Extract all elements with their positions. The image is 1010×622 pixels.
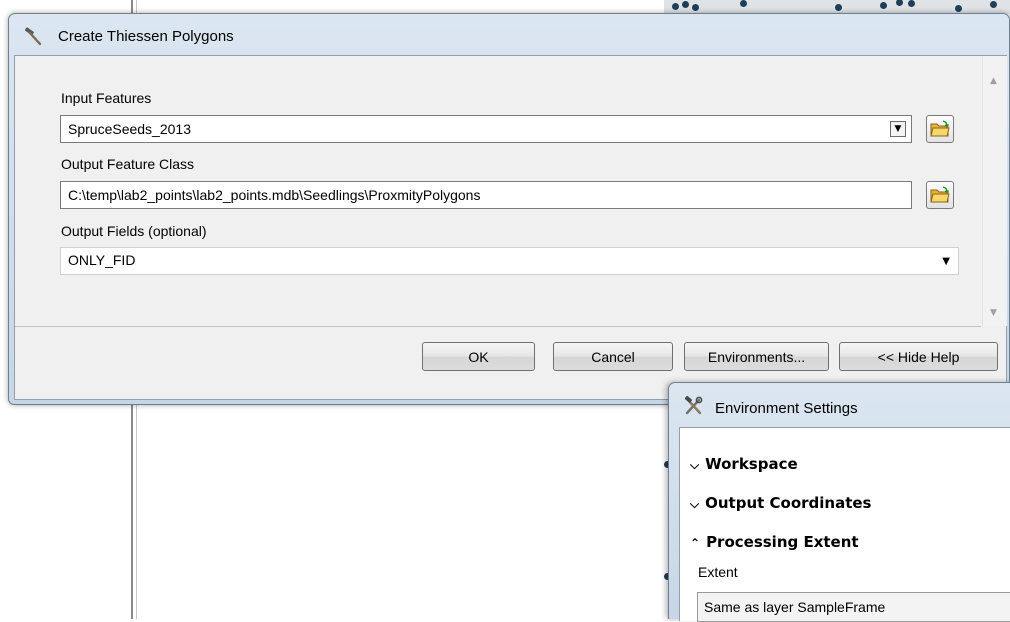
- map-point: [682, 1, 689, 8]
- output-fields-value: ONLY_FID: [68, 252, 136, 268]
- map-point: [835, 4, 842, 11]
- hammer-icon: [24, 27, 42, 46]
- tools-icon: [684, 395, 703, 415]
- output-feature-class-label: Output Feature Class: [61, 156, 195, 172]
- section-processing-extent[interactable]: ⌃ Processing Extent: [690, 533, 859, 551]
- section-output-coordinates[interactable]: ⌵ Output Coordinates: [690, 494, 872, 512]
- scroll-down-icon[interactable]: ▼: [990, 308, 997, 318]
- chevron-down-icon[interactable]: ▼: [890, 121, 906, 137]
- parameters-panel: Input Features SpruceSeeds_2013 ▼ Output…: [15, 56, 981, 327]
- map-point: [955, 5, 962, 12]
- env-settings-panel: ⌵ Workspace ⌵ Output Coordinates ⌃ Processi…: [679, 427, 1010, 622]
- section-output-coordinates-label: Output Coordinates: [705, 494, 872, 512]
- environment-settings-dialog: Environment Settings ⌵ Workspace ⌵ Output …: [668, 382, 1010, 622]
- chevron-double-up-icon: ⌃: [690, 536, 701, 550]
- cancel-button[interactable]: Cancel: [553, 342, 673, 371]
- output-fields-label: Output Fields (optional): [61, 223, 207, 239]
- input-features-value: SpruceSeeds_2013: [68, 121, 191, 137]
- output-feature-class-input[interactable]: C:\temp\lab2_points\lab2_points.mdb\Seed…: [60, 181, 912, 209]
- output-fields-select[interactable]: ONLY_FID ▼: [60, 247, 959, 275]
- input-features-combo[interactable]: SpruceSeeds_2013 ▼: [60, 115, 912, 143]
- section-processing-extent-label: Processing Extent: [706, 533, 859, 551]
- map-point: [740, 0, 747, 7]
- map-point: [908, 0, 915, 7]
- map-point: [880, 2, 887, 9]
- folder-open-icon: [930, 186, 950, 203]
- dialog-titlebar[interactable]: Create Thiessen Polygons: [9, 14, 1009, 54]
- section-workspace[interactable]: ⌵ Workspace: [690, 455, 798, 473]
- map-point: [692, 4, 699, 11]
- chevron-double-down-icon: ⌵: [690, 458, 700, 472]
- output-feature-class-value: C:\temp\lab2_points\lab2_points.mdb\Seed…: [68, 187, 481, 203]
- create-thiessen-polygons-dialog: Create Thiessen Polygons Input Features …: [8, 13, 1010, 405]
- extent-label: Extent: [698, 564, 738, 580]
- environments-button[interactable]: Environments...: [684, 342, 829, 371]
- chevron-down-icon[interactable]: ▼: [942, 256, 950, 267]
- section-workspace-label: Workspace: [705, 455, 798, 473]
- map-point: [672, 3, 679, 10]
- scroll-up-icon[interactable]: ▲: [990, 76, 997, 86]
- hide-help-button[interactable]: << Hide Help: [839, 342, 998, 371]
- parameters-scrollbar[interactable]: ▲ ▼: [982, 56, 1007, 326]
- folder-open-icon: [930, 120, 950, 137]
- chevron-double-down-icon: ⌵: [690, 497, 700, 511]
- input-features-browse-button[interactable]: [926, 115, 954, 143]
- ok-button[interactable]: OK: [422, 342, 535, 371]
- dialog-client-area: Input Features SpruceSeeds_2013 ▼ Output…: [14, 55, 1007, 400]
- output-feature-class-browse-button[interactable]: [926, 181, 954, 209]
- dialog-title: Create Thiessen Polygons: [58, 28, 234, 45]
- input-features-label: Input Features: [61, 90, 152, 106]
- extent-select[interactable]: Same as layer SampleFrame: [697, 592, 1010, 622]
- extent-value: Same as layer SampleFrame: [704, 599, 886, 615]
- map-point: [990, 1, 997, 8]
- env-dialog-title: Environment Settings: [715, 400, 858, 417]
